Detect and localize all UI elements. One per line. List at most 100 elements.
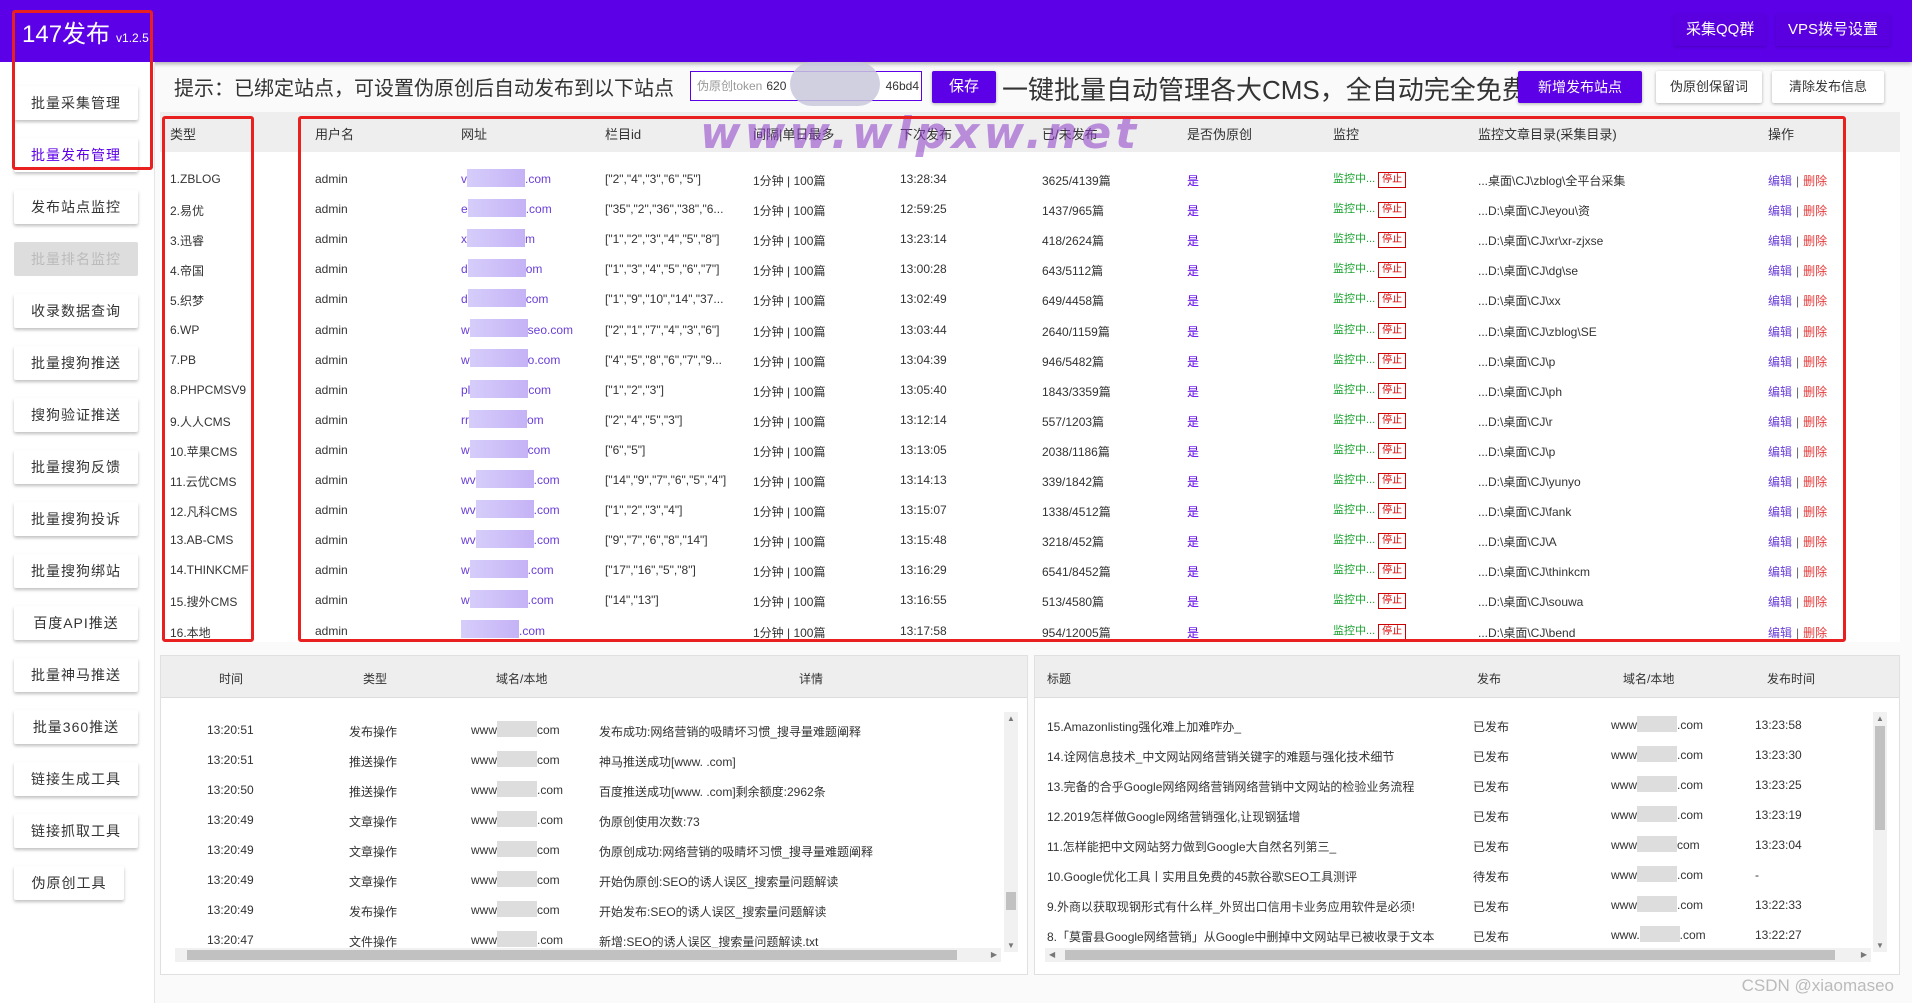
delete-link[interactable]: 删除: [1803, 595, 1827, 609]
edit-link[interactable]: 编辑: [1768, 415, 1792, 429]
separator: |: [1796, 595, 1800, 610]
add-site-button[interactable]: 新增发布站点: [1518, 71, 1642, 103]
cell-url-link[interactable]: .com: [461, 620, 545, 639]
cell-url-link[interactable]: v .com: [461, 168, 551, 187]
publish-log-hscroll-thumb[interactable]: [1065, 950, 1835, 960]
stop-button[interactable]: 停止: [1378, 473, 1407, 489]
delete-link[interactable]: 删除: [1803, 325, 1827, 339]
publish-log-horizontal-scrollbar[interactable]: ◀ ▶: [1045, 948, 1871, 962]
sidebar-item[interactable]: 批量搜狗推送: [14, 346, 138, 380]
edit-link[interactable]: 编辑: [1768, 626, 1792, 640]
sidebar-item[interactable]: 伪原创工具: [14, 866, 124, 900]
qq-group-button[interactable]: 采集QQ群: [1674, 14, 1767, 46]
clear-info-button[interactable]: 清除发布信息: [1772, 71, 1884, 103]
delete-link[interactable]: 删除: [1803, 174, 1827, 188]
delete-link[interactable]: 删除: [1803, 505, 1827, 519]
cell-url-link[interactable]: d com: [461, 289, 548, 308]
cell-url-link[interactable]: wv .com: [461, 530, 560, 549]
op-log-hscroll-thumb[interactable]: [187, 950, 957, 960]
edit-link[interactable]: 编辑: [1768, 535, 1792, 549]
sidebar-item[interactable]: 批量360推送: [14, 710, 138, 744]
cell-url-link[interactable]: rr om: [461, 409, 544, 428]
save-button[interactable]: 保存: [932, 71, 996, 103]
cell-actions: 编辑 | 删除: [1768, 262, 1827, 279]
sidebar-item[interactable]: 搜狗验证推送: [14, 398, 138, 432]
sidebar-item[interactable]: 批量搜狗投诉: [14, 502, 138, 536]
sidebar-item[interactable]: 批量发布管理: [14, 138, 138, 172]
edit-link[interactable]: 编辑: [1768, 595, 1792, 609]
cell-url-link[interactable]: d om: [461, 259, 542, 278]
delete-link[interactable]: 删除: [1803, 294, 1827, 308]
table-row: 7.PB admin w o.com ["4","5","8","6","7","9..…: [160, 345, 1900, 375]
sidebar-item[interactable]: 批量搜狗反馈: [14, 450, 138, 484]
publish-log-panel: 标题 发布 域名/本地 发布时间 15.Amazonlisting强化难上加难咋…: [1034, 655, 1900, 975]
sidebar-item[interactable]: 百度API推送: [14, 606, 138, 640]
edit-link[interactable]: 编辑: [1768, 505, 1792, 519]
stop-button[interactable]: 停止: [1378, 563, 1407, 580]
delete-link[interactable]: 删除: [1803, 385, 1827, 399]
delete-link[interactable]: 删除: [1803, 565, 1827, 579]
sidebar-item[interactable]: 链接抓取工具: [14, 814, 138, 848]
cell-url-link[interactable]: w .com: [461, 560, 554, 579]
cell-url-link[interactable]: w o.com: [461, 349, 560, 368]
edit-link[interactable]: 编辑: [1768, 234, 1792, 248]
stop-button[interactable]: 停止: [1378, 292, 1407, 309]
sidebar-item[interactable]: 发布站点监控: [14, 190, 138, 224]
op-log-scroll-thumb[interactable]: [1006, 892, 1016, 910]
edit-link[interactable]: 编辑: [1768, 445, 1792, 459]
delete-link[interactable]: 删除: [1803, 355, 1827, 369]
stop-button[interactable]: 停止: [1378, 232, 1407, 249]
cell-monitor: 监控中... 停止: [1333, 471, 1407, 489]
delete-link[interactable]: 删除: [1803, 264, 1827, 278]
delete-link[interactable]: 删除: [1803, 415, 1827, 429]
stop-button[interactable]: 停止: [1378, 623, 1407, 640]
edit-link[interactable]: 编辑: [1768, 475, 1792, 489]
edit-link[interactable]: 编辑: [1768, 565, 1792, 579]
edit-link[interactable]: 编辑: [1768, 355, 1792, 369]
cell-url-link[interactable]: w .com: [461, 590, 554, 609]
cell-url-link[interactable]: w com: [461, 439, 550, 458]
edit-link[interactable]: 编辑: [1768, 294, 1792, 308]
op-log-vertical-scrollbar[interactable]: ▲ ▼: [1004, 712, 1018, 952]
stop-button[interactable]: 停止: [1378, 352, 1407, 369]
delete-link[interactable]: 删除: [1803, 535, 1827, 549]
delete-link[interactable]: 删除: [1803, 204, 1827, 218]
cell-url-link[interactable]: xm: [461, 229, 535, 248]
stop-button[interactable]: 停止: [1378, 322, 1407, 339]
sidebar-item[interactable]: 批量采集管理: [14, 86, 138, 120]
op-log-horizontal-scrollbar[interactable]: ▶: [175, 948, 1001, 962]
cell-url-link[interactable]: e .com: [461, 198, 552, 217]
stop-button[interactable]: 停止: [1378, 593, 1407, 610]
cell-url-link[interactable]: wv .com: [461, 469, 560, 488]
stop-button[interactable]: 停止: [1378, 172, 1407, 188]
delete-link[interactable]: 删除: [1803, 234, 1827, 248]
edit-link[interactable]: 编辑: [1768, 204, 1792, 218]
vps-settings-button[interactable]: VPS拨号设置: [1776, 14, 1891, 46]
domain-prefix: www: [1611, 868, 1637, 882]
keep-words-button[interactable]: 伪原创保留词: [1656, 71, 1762, 103]
sidebar-item[interactable]: 批量搜狗绑站: [14, 554, 138, 588]
cell-url-link[interactable]: w seo.com: [461, 319, 573, 338]
cell-monitor-dir: ...D:\桌面\CJ\r: [1478, 414, 1553, 429]
edit-link[interactable]: 编辑: [1768, 385, 1792, 399]
sidebar-item[interactable]: 链接生成工具: [14, 762, 138, 796]
cell-url-link[interactable]: wv .com: [461, 499, 560, 518]
stop-button[interactable]: 停止: [1378, 262, 1407, 279]
stop-button[interactable]: 停止: [1378, 412, 1407, 429]
delete-link[interactable]: 删除: [1803, 626, 1827, 640]
publish-log-scroll-thumb[interactable]: [1875, 726, 1885, 830]
delete-link[interactable]: 删除: [1803, 475, 1827, 489]
stop-button[interactable]: 停止: [1378, 442, 1407, 459]
edit-link[interactable]: 编辑: [1768, 325, 1792, 339]
stop-button[interactable]: 停止: [1378, 503, 1407, 520]
sidebar-item[interactable]: 收录数据查询: [14, 294, 138, 328]
sidebar-item[interactable]: 批量神马推送: [14, 658, 138, 692]
edit-link[interactable]: 编辑: [1768, 264, 1792, 278]
delete-link[interactable]: 删除: [1803, 445, 1827, 459]
stop-button[interactable]: 停止: [1378, 382, 1407, 399]
cell-url-link[interactable]: pl com: [461, 379, 551, 398]
stop-button[interactable]: 停止: [1378, 202, 1407, 219]
stop-button[interactable]: 停止: [1378, 533, 1407, 550]
publish-log-vertical-scrollbar[interactable]: ▲ ▼: [1873, 712, 1887, 952]
edit-link[interactable]: 编辑: [1768, 174, 1792, 188]
